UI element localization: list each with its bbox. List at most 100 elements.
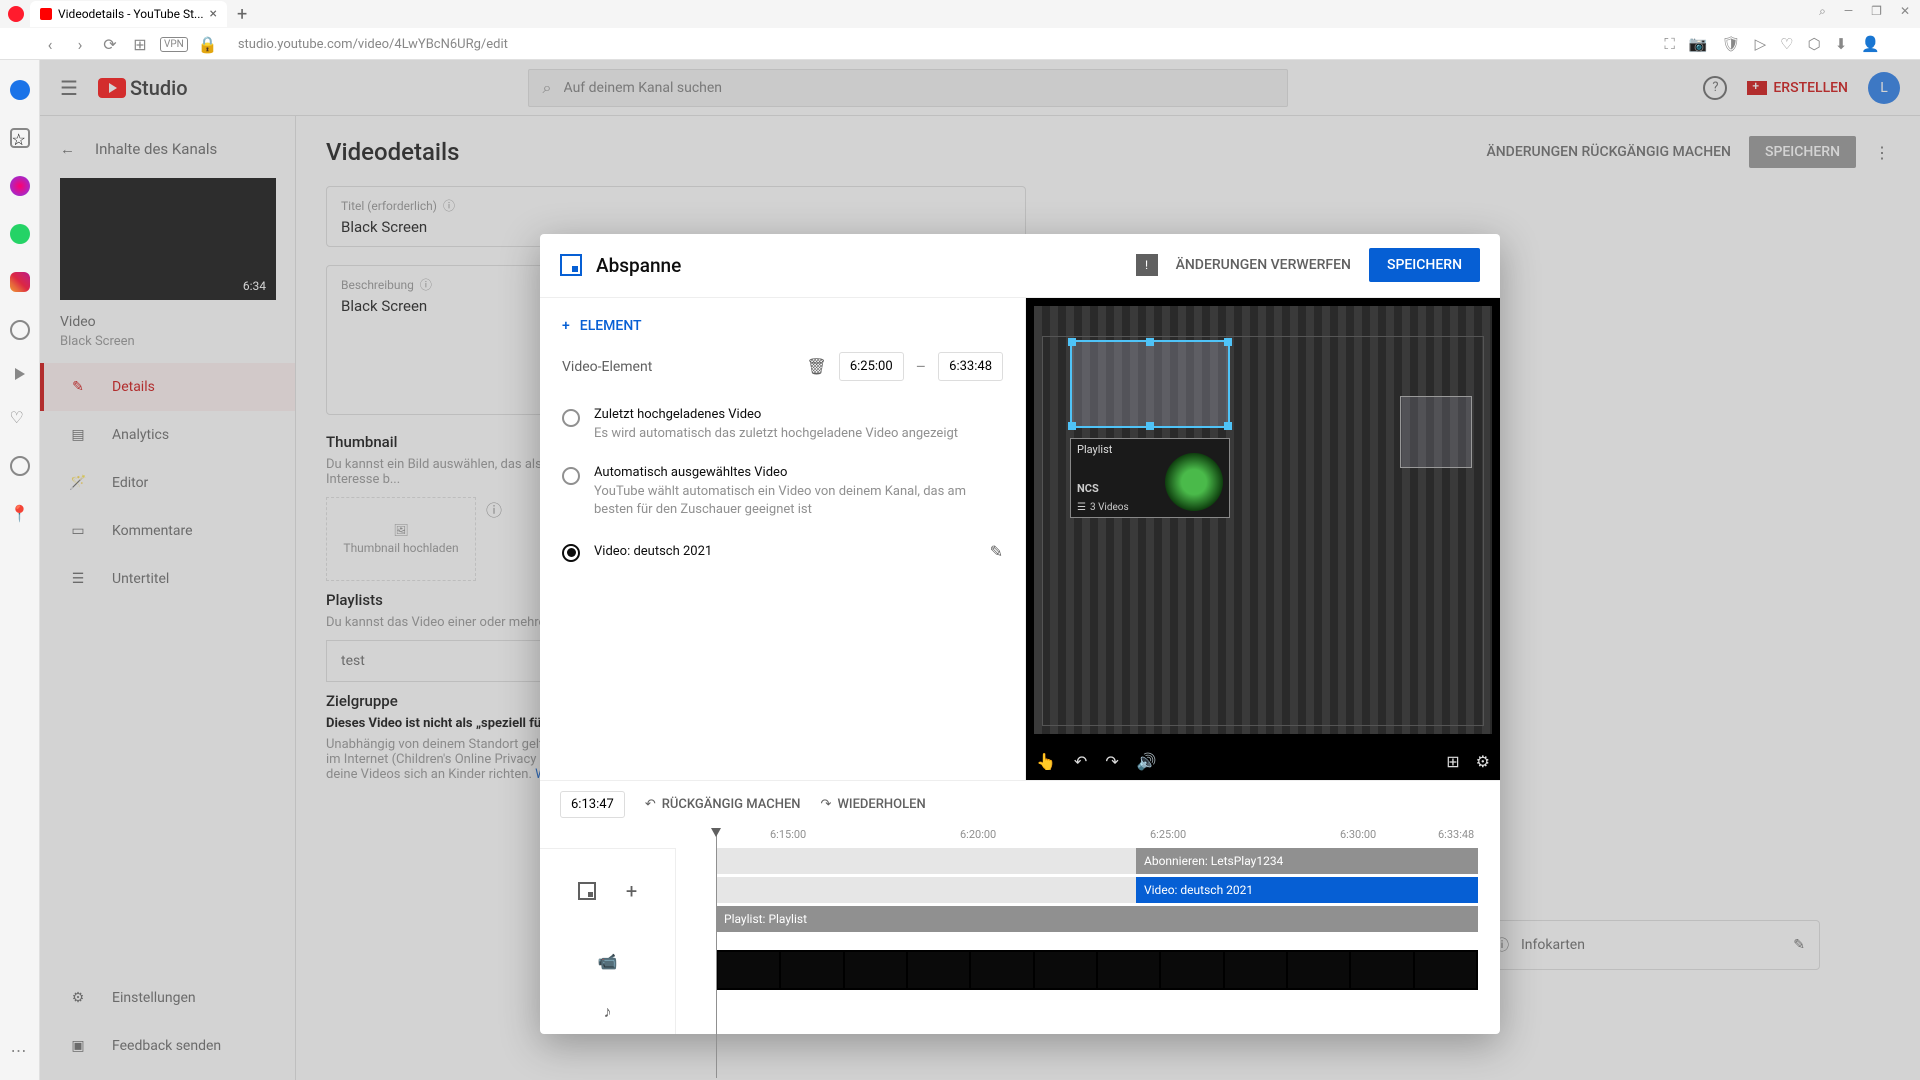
video-frame [1035,952,1096,988]
url-text[interactable]: studio.youtube.com/video/4LwYBcN6URg/edi… [238,37,508,52]
timeline-current-time[interactable]: 6:13:47 [560,791,625,818]
selected-video-element[interactable] [1070,340,1230,428]
option-specific-video[interactable]: Video: deutsch 2021 ✎ [562,534,1003,576]
timeline-tick: 6:33:48 [1438,828,1474,841]
redo-icon: ↷ [821,797,832,812]
save-button[interactable]: SPEICHERN [1369,248,1480,282]
playlist-artwork [1165,453,1223,511]
playlist-count: ☰3 Videos [1077,502,1129,513]
back-icon[interactable]: ‹ [40,35,60,54]
video-frame [1098,952,1159,988]
add-element-button[interactable]: + ELEMENT [562,312,1003,352]
timeline-ruler[interactable]: 6:15:00 6:20:00 6:25:00 6:30:00 6:33:48 [540,828,1500,848]
timeline-redo-button[interactable]: ↷WIEDERHOLEN [821,797,926,812]
playlist-clip[interactable]: Playlist: Playlist [716,906,1478,932]
volume-icon[interactable]: 🔊 [1137,752,1157,771]
shield-icon[interactable]: 🛡 [1722,35,1741,53]
resize-handle[interactable] [1224,338,1232,346]
resize-handle[interactable] [1146,422,1154,430]
resize-handle[interactable] [1068,422,1076,430]
video-frame [971,952,1032,988]
endscreen-icon [560,254,582,276]
timeline-track[interactable]: Playlist: Playlist [716,906,1478,932]
forward-icon[interactable]: › [70,35,90,54]
undo-icon: ↶ [645,797,656,812]
preview-canvas[interactable]: Playlist NCS ☰3 Videos [1034,306,1492,734]
new-tab-button[interactable]: + [227,4,257,25]
timeline-undo-button[interactable]: ↶RÜCKGÄNGIG MACHEN [645,797,801,812]
option-latest-upload[interactable]: Zuletzt hochgeladenes Video Es wird auto… [562,399,1003,457]
timeline-track-header-video: 📹 [540,932,675,990]
timeline-tick: 6:30:00 [1340,828,1376,841]
video-frame [845,952,906,988]
workspace-icon[interactable] [10,80,30,100]
add-track-icon[interactable]: + [626,879,637,903]
video-clip[interactable]: Video: deutsch 2021 [1136,877,1478,903]
browser-tab[interactable]: Videodetails - YouTube St... × [30,1,227,27]
time-dash: – [916,357,927,376]
tab-close-icon[interactable]: × [210,6,217,22]
timeline-track[interactable]: Abonnieren: LetsPlay1234 [716,848,1478,874]
more-sidebar-icon[interactable]: ⋯ [11,1041,29,1060]
address-bar-actions: ⛶ 📷 🛡 ▷ ♡ ⬡ ⬇ 👤 [1664,35,1880,53]
send-icon[interactable]: ▷ [1755,35,1767,53]
grid-icon[interactable]: ⊞ [1446,752,1459,771]
discard-button[interactable]: ÄNDERUNGEN VERWERFEN [1176,257,1351,273]
video-frame-track[interactable] [716,950,1478,990]
favorites-icon[interactable]: ♡ [10,408,30,428]
search-icon[interactable]: ⌕ [1819,4,1826,19]
reload-icon[interactable]: ⟳ [100,35,120,54]
timeline-playhead[interactable] [716,828,717,1078]
subscribe-clip[interactable]: Abonnieren: LetsPlay1234 [1136,848,1478,874]
resize-handle[interactable] [1224,422,1232,430]
lock-icon: 🔒 [198,35,218,54]
browser-sidebar: ☆ ♡ 📍 ⋯ [0,60,40,1080]
radio-icon[interactable] [562,467,580,485]
maximize-icon[interactable]: ❐ [1871,4,1882,19]
heart-icon[interactable]: ♡ [1780,35,1793,53]
download-icon[interactable]: ⬇ [1835,35,1848,53]
delete-element-icon[interactable]: 🗑 [807,357,827,376]
messenger-icon[interactable] [10,176,30,196]
vpn-badge[interactable]: VPN [160,37,188,52]
resize-handle[interactable] [1146,338,1154,346]
forward-icon[interactable]: ↷ [1105,752,1118,771]
element-settings-panel: + ELEMENT Video-Element 🗑 6:25:00 – 6:33… [540,298,1026,780]
edit-video-icon[interactable]: ✎ [990,542,1003,561]
radio-checked-icon[interactable] [562,544,580,562]
option-best-for-viewer[interactable]: Automatisch ausgewähltes Video YouTube w… [562,457,1003,533]
video-frame [781,952,842,988]
bookmark-icon[interactable]: ☆ [10,128,30,148]
video-frame [718,952,779,988]
subscribe-element[interactable] [1400,396,1472,468]
element-start-time[interactable]: 6:25:00 [839,352,904,381]
cube-icon[interactable]: ⬡ [1808,35,1821,53]
profile-icon[interactable]: 👤 [1861,35,1880,53]
close-window-icon[interactable]: ✕ [1900,4,1910,19]
history-icon[interactable] [10,320,30,340]
rewind-icon[interactable]: ↶ [1074,752,1087,771]
feedback-icon[interactable]: ! [1136,254,1158,276]
player-icon[interactable] [15,368,25,380]
video-frame [1415,952,1476,988]
snapshot-icon[interactable]: ⛶ [1664,35,1675,53]
video-frame [1161,952,1222,988]
playlist-element[interactable]: Playlist NCS ☰3 Videos [1070,438,1230,518]
apps-icon[interactable]: ⊞ [130,35,150,54]
whatsapp-icon[interactable] [10,224,30,244]
timeline-track[interactable]: Video: deutsch 2021 [716,877,1478,903]
element-end-time[interactable]: 6:33:48 [938,352,1003,381]
radio-icon[interactable] [562,409,580,427]
modal-title: Abspanne [596,254,681,277]
timeline-track-header-audio: ♪ [540,990,675,1034]
pointer-icon[interactable]: 👆 [1036,752,1056,771]
timeline-tick: 6:15:00 [770,828,806,841]
minimize-icon[interactable]: — [1844,4,1853,19]
instagram-icon[interactable] [10,272,30,292]
gear-icon[interactable]: ⚙ [1476,752,1490,771]
camera-icon[interactable]: 📷 [1689,35,1708,53]
pinboard-icon[interactable]: 📍 [10,504,30,523]
clock-icon[interactable] [10,456,30,476]
list-icon: ☰ [1077,502,1086,513]
resize-handle[interactable] [1068,338,1076,346]
